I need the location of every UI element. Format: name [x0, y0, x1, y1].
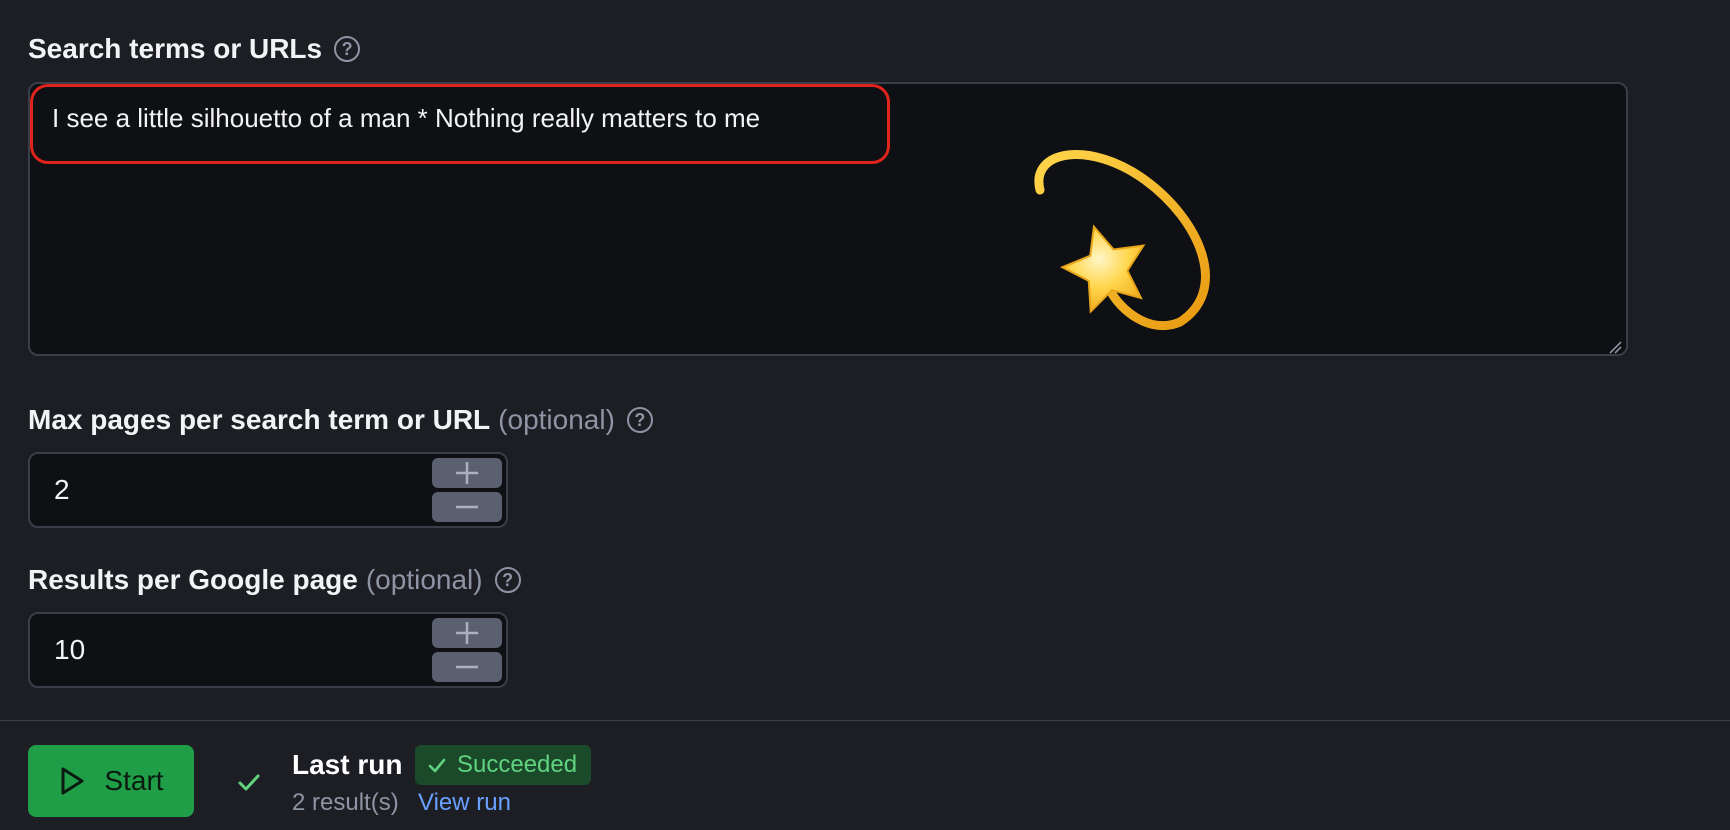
- start-button-label: Start: [104, 765, 164, 796]
- results-count: 2 result(s): [292, 789, 399, 816]
- optional-tag: (optional): [365, 564, 483, 595]
- help-icon[interactable]: ?: [494, 567, 521, 593]
- increment-button[interactable]: [432, 618, 502, 648]
- optional-tag: (optional): [498, 404, 615, 435]
- status-text: Succeeded: [457, 751, 578, 778]
- dizzy-star-icon: [1034, 150, 1210, 330]
- increment-button[interactable]: [432, 458, 502, 488]
- help-icon[interactable]: ?: [334, 36, 361, 62]
- minus-icon: [456, 665, 478, 669]
- max-pages-value[interactable]: 2: [54, 474, 70, 506]
- minus-icon: [456, 505, 478, 509]
- check-icon: [428, 758, 446, 773]
- run-footer: Start Last run Succeeded 2 result(s) Vie…: [0, 721, 1730, 830]
- decrement-button[interactable]: [432, 492, 502, 522]
- check-icon: [238, 774, 260, 791]
- results-per-page-input[interactable]: 10: [28, 612, 508, 688]
- plus-icon: [456, 462, 478, 484]
- resize-handle-icon[interactable]: [1608, 340, 1622, 354]
- view-run-link[interactable]: View run: [418, 789, 511, 817]
- input-form: Search terms or URLs ? I see a little si…: [0, 0, 1730, 720]
- status-badge: Succeeded: [415, 745, 592, 785]
- max-pages-label: Max pages per search term or URL (option…: [28, 404, 653, 436]
- plus-icon: [456, 622, 478, 644]
- start-button[interactable]: Start: [28, 745, 194, 817]
- play-icon: [61, 767, 84, 795]
- last-run-label: Last run: [292, 749, 403, 780]
- text-highlight-annotation: [30, 84, 890, 164]
- help-icon[interactable]: ?: [626, 407, 653, 433]
- results-per-page-label-text: Results per Google page: [28, 564, 358, 595]
- max-pages-input[interactable]: 2: [28, 452, 508, 528]
- results-per-page-value[interactable]: 10: [54, 634, 85, 666]
- decrement-button[interactable]: [432, 652, 502, 682]
- search-terms-label: Search terms or URLs ?: [28, 33, 361, 65]
- search-terms-label-text: Search terms or URLs: [28, 33, 323, 64]
- max-pages-label-text: Max pages per search term or URL: [28, 404, 491, 435]
- results-per-page-label: Results per Google page (optional) ?: [28, 564, 521, 596]
